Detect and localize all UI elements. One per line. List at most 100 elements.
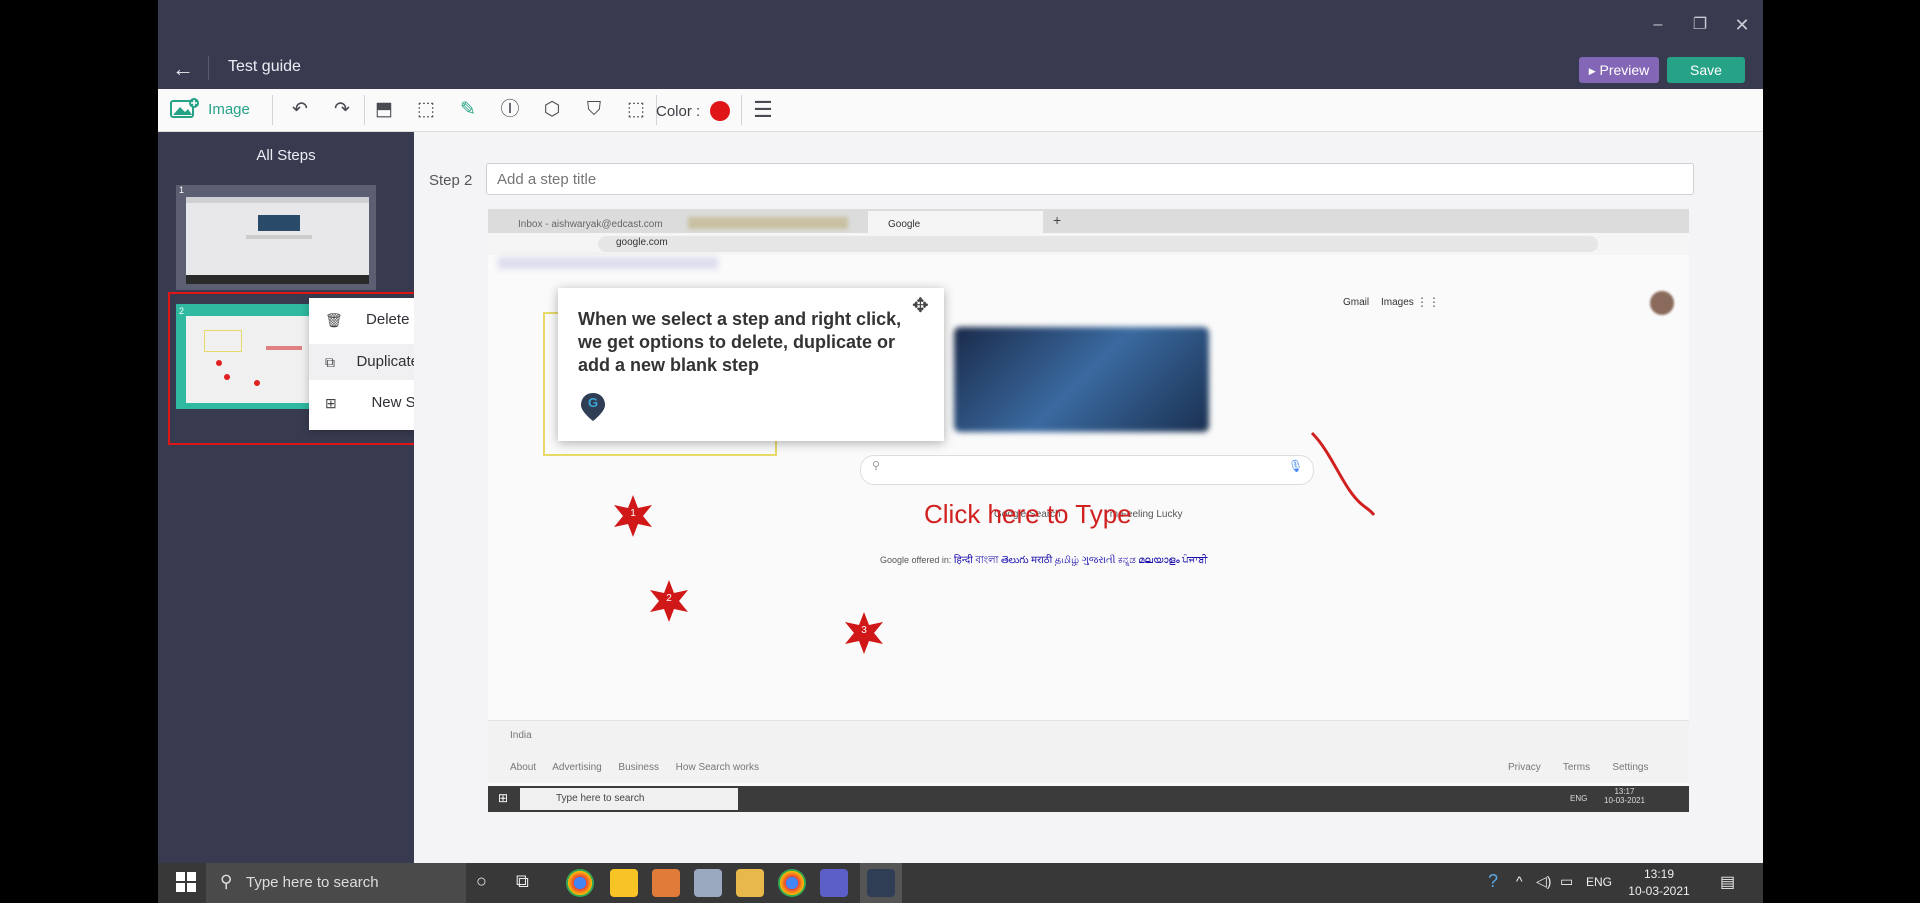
clock-date: 10-03-2021: [1628, 884, 1690, 898]
language-link: ગુજરાતી: [1081, 555, 1116, 566]
pen-icon[interactable]: ✎: [453, 95, 483, 125]
cortana-icon[interactable]: ○: [476, 871, 487, 892]
language-link: ਪੰਜਾਬੀ: [1182, 555, 1208, 566]
notification-icon[interactable]: ▤: [1720, 872, 1735, 892]
language-indicator[interactable]: ENG: [1586, 875, 1612, 889]
chrome-profile-icon[interactable]: [778, 869, 806, 897]
crop-select-icon[interactable]: ⬚: [411, 95, 441, 125]
step-number: 1: [179, 185, 185, 195]
gmail-link: Gmail: [1343, 297, 1370, 308]
text-box-icon[interactable]: Ⓘ: [495, 95, 525, 125]
guide-app-icon[interactable]: [867, 869, 895, 897]
browser-tab-gmail: Inbox - aishwaryak@edcast.com: [518, 219, 663, 230]
language-link: ಕನ್ನಡ: [1117, 555, 1136, 566]
chrome-icon[interactable]: [566, 869, 594, 897]
title-divider: [208, 56, 209, 80]
teams-icon[interactable]: [820, 869, 848, 897]
step-thumbnail-1[interactable]: 1: [176, 185, 376, 290]
blurred-doodle-image: [954, 327, 1209, 432]
all-steps-heading: All Steps: [256, 147, 316, 164]
image-icon: [170, 98, 199, 118]
click-here-annotation: Click here to Type: [924, 499, 1132, 529]
google-search-box: [860, 455, 1314, 485]
blurred-bookmarks: [498, 257, 718, 269]
footer-country: India: [510, 730, 532, 741]
google-footer: [488, 720, 1689, 783]
images-link: Images: [1381, 297, 1414, 308]
footer-link: About: [510, 762, 537, 773]
google-languages-line: Google offered in: हिन्दी বাংলা తెలుగు म…: [880, 552, 1207, 570]
windows-start-icon[interactable]: [176, 872, 196, 897]
tray-chevron-icon[interactable]: ^: [1516, 873, 1523, 889]
back-arrow-icon[interactable]: ←: [168, 52, 198, 86]
star-number: 2: [666, 593, 672, 604]
pen-stroke: [1310, 431, 1376, 516]
step-title-input[interactable]: [486, 163, 1694, 195]
language-link: हिन्दी: [953, 555, 973, 566]
windows-taskbar: ⚲ Type here to search ○ ⧉ ? ^ ◁) ▭ ENG 1…: [158, 863, 1763, 903]
step-label: Step 2: [429, 172, 473, 189]
language-link: বাংলা: [975, 555, 999, 566]
volume-icon[interactable]: ◁): [1536, 873, 1551, 890]
star-number: 3: [861, 625, 867, 636]
task-view-icon[interactable]: ⧉: [516, 871, 529, 892]
undo-icon[interactable]: ↶: [285, 95, 315, 125]
paint-icon[interactable]: [694, 869, 722, 897]
image-tool-button[interactable]: Image: [170, 95, 250, 125]
blurred-tab: [688, 217, 848, 229]
inner-time: 13:17: [1614, 787, 1635, 796]
minimize-button[interactable]: –: [1643, 10, 1673, 40]
windows-logo-icon: [176, 872, 196, 892]
preview-button-label: Preview: [1599, 62, 1650, 78]
location-pin-icon: G: [580, 392, 606, 427]
footer-right-links: Privacy Terms Settings: [1508, 762, 1648, 773]
file-explorer-icon[interactable]: [736, 869, 764, 897]
footer-link: Privacy: [1508, 762, 1541, 773]
step-marker-star: 2: [646, 578, 692, 624]
close-button[interactable]: ✕: [1727, 10, 1757, 40]
sticky-notes-icon[interactable]: [610, 869, 638, 897]
pin-logo-letter: G: [587, 395, 599, 410]
step-thumbnail-image: [186, 197, 369, 284]
footer-left-links: About Advertising Business How Search wo…: [510, 762, 759, 773]
app-window: – ❐ ✕ ← Test guide ▶ Preview Save Image …: [158, 0, 1763, 863]
battery-icon[interactable]: ▭: [1560, 873, 1573, 890]
tooltip-text: When we select a step and right click, w…: [578, 309, 902, 375]
redo-icon[interactable]: ↷: [327, 95, 357, 125]
restore-button[interactable]: ❐: [1685, 10, 1715, 40]
inner-date: 10-03-2021: [1604, 796, 1645, 805]
move-icon[interactable]: ✥: [912, 293, 929, 318]
help-icon[interactable]: ?: [1488, 871, 1498, 892]
offered-in-label: Google offered in:: [880, 555, 952, 565]
mic-icon: 🎙: [1288, 459, 1304, 473]
preview-button[interactable]: ▶ Preview: [1579, 57, 1659, 83]
inner-search-placeholder: Type here to search: [556, 793, 645, 804]
guide-tooltip: When we select a step and right click, w…: [558, 288, 944, 441]
play-icon: ▶: [1588, 66, 1596, 76]
toolbar-divider: [272, 95, 273, 125]
hexagon-icon[interactable]: ⬡: [537, 95, 567, 125]
address-bar: [598, 236, 1598, 252]
apps-grid-icon: ⋮⋮: [1416, 295, 1440, 309]
taskbar-search-box[interactable]: ⚲ Type here to search: [206, 863, 466, 903]
url-text: google.com: [616, 237, 668, 248]
taskbar-clock[interactable]: 13:19 10-03-2021: [1624, 866, 1694, 900]
language-link: తెలుగు: [1000, 555, 1029, 566]
app-icon[interactable]: [652, 869, 680, 897]
color-swatch[interactable]: [710, 101, 730, 121]
step-marker-star: 3: [841, 610, 887, 656]
title-bar: – ❐ ✕ ← Test guide ▶ Preview Save: [158, 0, 1763, 89]
search-icon: ⚲: [872, 460, 881, 472]
inner-windows-icon: ⊞: [498, 791, 509, 805]
selection-icon[interactable]: ⬚: [621, 95, 651, 125]
save-button[interactable]: Save: [1667, 57, 1745, 83]
taskbar-search-placeholder: Type here to search: [246, 874, 379, 891]
color-label: Color :: [656, 103, 701, 120]
footer-link: Business: [618, 762, 659, 773]
shape-overlay-icon[interactable]: ⬒: [369, 95, 399, 125]
language-link: தமிழ்: [1054, 555, 1080, 566]
stamp-icon[interactable]: ⛉: [579, 95, 609, 125]
menu-icon[interactable]: ☰: [748, 95, 778, 125]
language-link: മലയാളം: [1138, 555, 1180, 566]
footer-link: Advertising: [552, 762, 602, 773]
